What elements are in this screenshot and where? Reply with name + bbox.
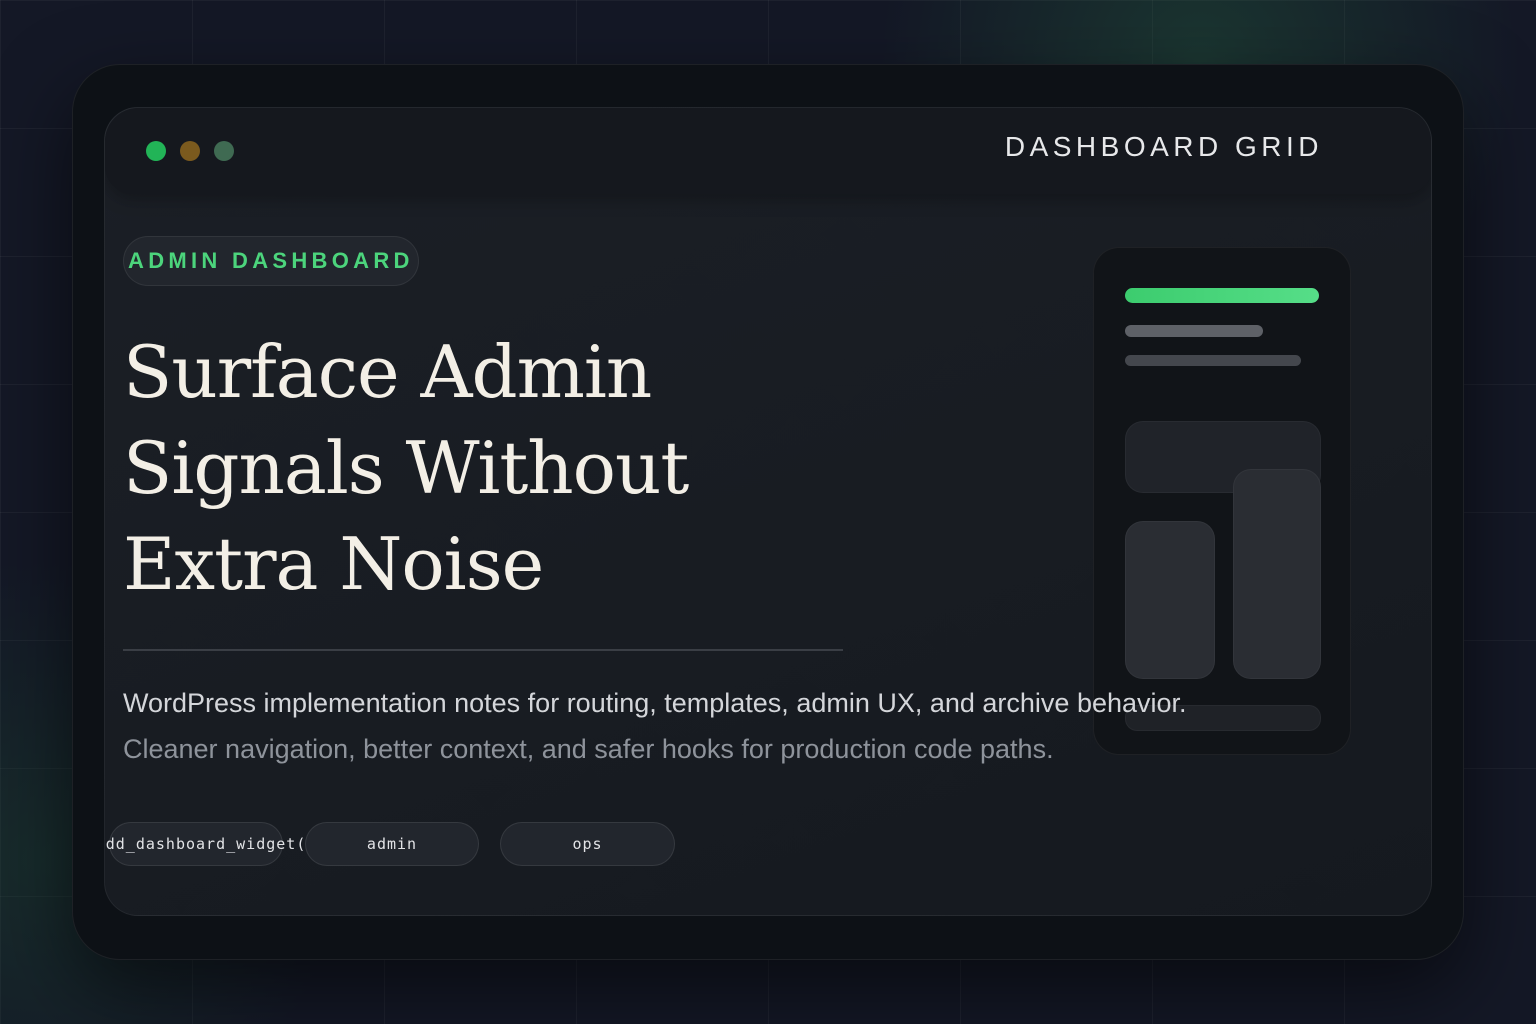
tag-chip-ops[interactable]: ops [500, 822, 675, 866]
page-title: Surface Admin Signals Without Extra Nois… [123, 324, 689, 612]
page-title-line-1: Surface Admin [123, 330, 652, 414]
description: WordPress implementation notes for routi… [123, 688, 1187, 718]
tag-chip-wp-add-dashboard-widget[interactable]: wp_add_dashboard_widget() [105, 822, 315, 866]
dashboard-preview-card [1093, 247, 1351, 755]
tag-chip-admin[interactable]: admin [305, 822, 479, 866]
preview-line-placeholder [1125, 355, 1301, 366]
window-titlebar: DASHBOARD GRID [105, 108, 1431, 194]
window-dot-green-icon[interactable] [146, 141, 166, 161]
preview-line-placeholder [1125, 325, 1263, 337]
divider [123, 649, 843, 651]
window-panel: DASHBOARD GRID ADMIN DASHBOARD Surface A… [104, 107, 1432, 916]
window-dot-teal-icon[interactable] [214, 141, 234, 161]
window-dot-amber-icon[interactable] [180, 141, 200, 161]
page-title-line-2: Signals Without [123, 426, 689, 510]
preview-widget-column [1125, 521, 1215, 679]
tag-chip-label: ops [572, 835, 603, 853]
subdescription: Cleaner navigation, better context, and … [123, 734, 1054, 764]
page-title-line-3: Extra Noise [123, 522, 544, 606]
tag-chip-label: wp_add_dashboard_widget() [105, 835, 317, 853]
window-title: DASHBOARD GRID [1004, 131, 1323, 162]
preview-accent-bar [1125, 288, 1319, 303]
preview-widget-column-tall [1233, 469, 1321, 679]
tag-chip-label: admin [366, 835, 418, 853]
category-badge: ADMIN DASHBOARD [123, 236, 419, 286]
